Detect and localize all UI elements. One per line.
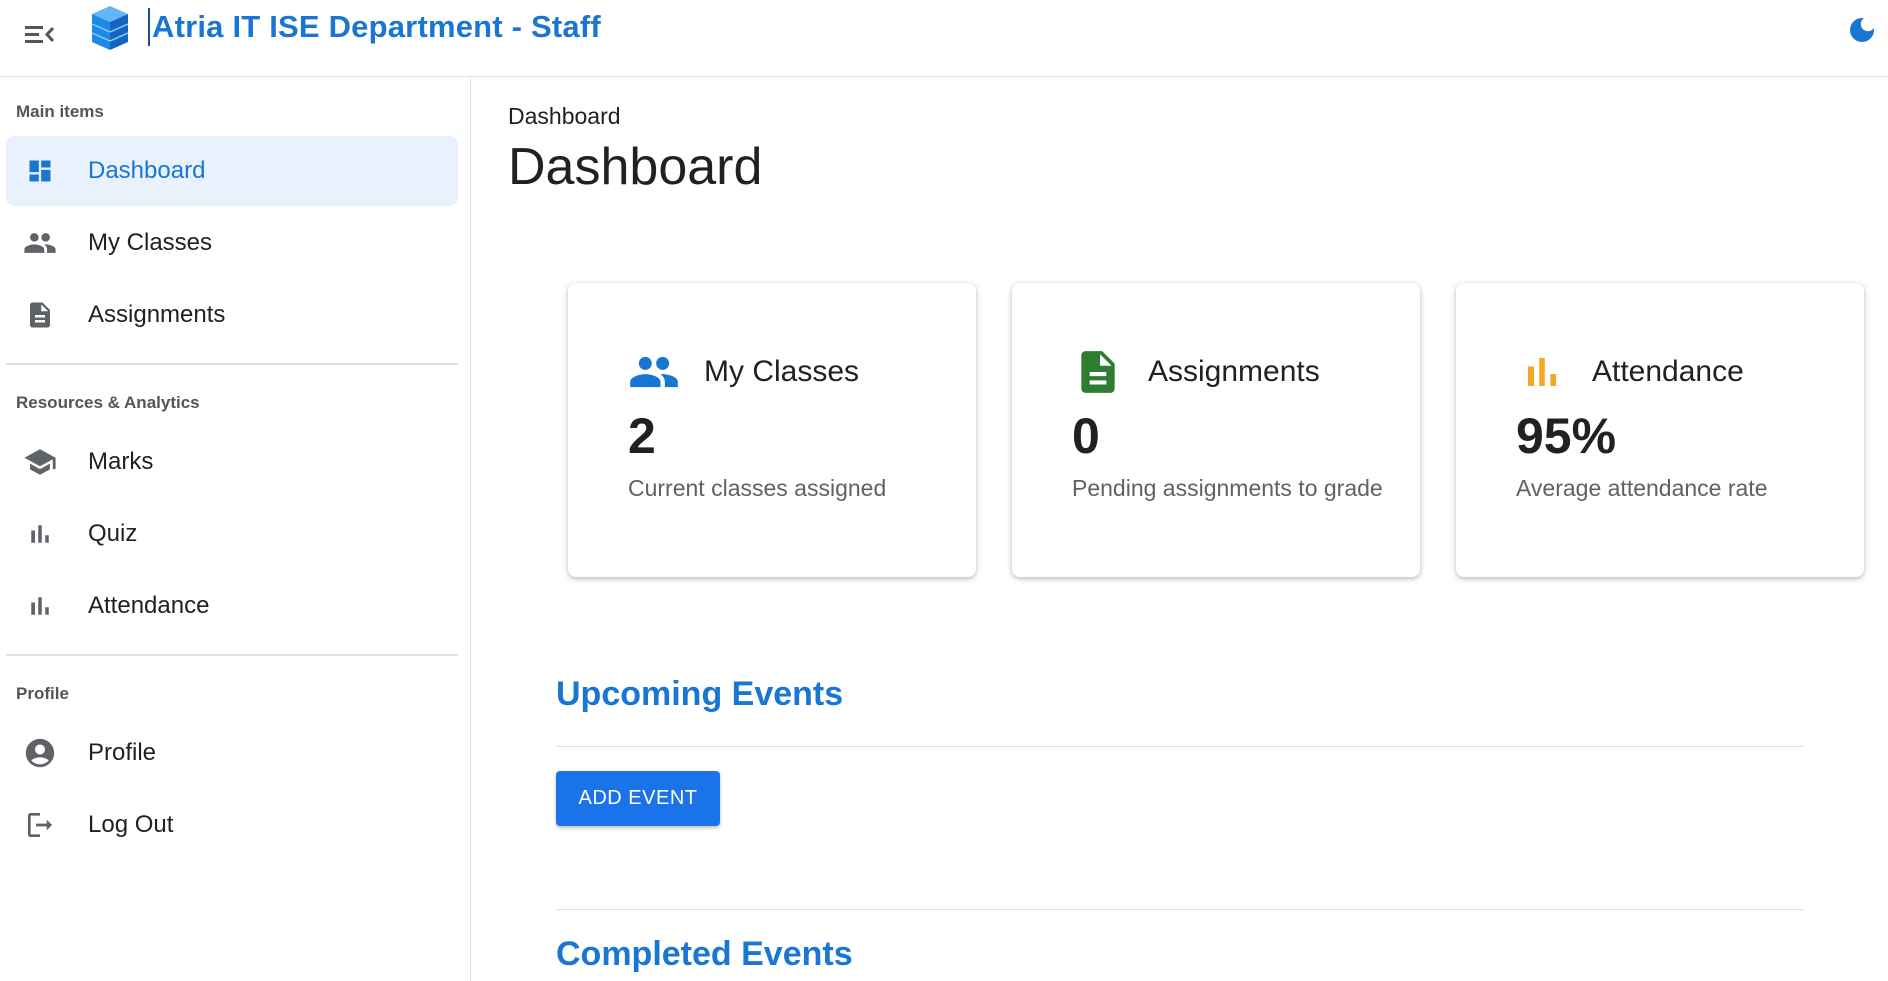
sidebar-section-resources-analytics: Resources & Analytics [16, 393, 200, 412]
sidebar-item-my-classes[interactable]: My Classes [6, 208, 458, 278]
sidebar-item-attendance[interactable]: Attendance [6, 571, 458, 641]
stat-card-attendance: Attendance 95% Average attendance rate [1456, 283, 1864, 577]
sidebar-section-main-items: Main items [16, 102, 104, 121]
sidebar-item-quiz[interactable]: Quiz [6, 499, 458, 569]
sidebar: Main items Dashboard My Classes Assignme… [0, 77, 471, 981]
sidebar-item-label: Log Out [88, 811, 174, 838]
dashboard-icon [22, 153, 58, 189]
card-title: Attendance [1592, 355, 1744, 388]
sidebar-divider [6, 654, 458, 656]
card-value: 0 [1072, 408, 1100, 464]
menu-open-icon [25, 26, 55, 43]
theme-toggle-button[interactable] [1840, 8, 1884, 52]
card-subtitle: Current classes assigned [628, 475, 887, 501]
school-icon [22, 444, 58, 480]
sidebar-item-profile[interactable]: Profile [6, 718, 458, 788]
page-title: Dashboard [508, 138, 763, 196]
sidebar-item-label: Assignments [88, 301, 226, 328]
section-divider [556, 746, 1804, 747]
sidebar-item-log-out[interactable]: Log Out [6, 790, 458, 860]
add-event-button[interactable]: ADD EVENT [556, 771, 720, 826]
upcoming-events-heading: Upcoming Events [556, 675, 844, 713]
sidebar-item-label: Dashboard [88, 157, 206, 184]
app-bar: Atria IT ISE Department - Staff [0, 0, 1888, 77]
dark-mode-moon-icon [1850, 18, 1874, 42]
account-circle-icon [22, 735, 58, 771]
section-divider [556, 909, 1804, 910]
people-icon [22, 225, 58, 261]
people-icon [628, 349, 680, 395]
bar-chart-icon [1516, 349, 1568, 395]
card-title: My Classes [704, 355, 860, 388]
sidebar-section-profile: Profile [16, 684, 69, 703]
card-title: Assignments [1148, 355, 1320, 388]
sidebar-item-label: Attendance [88, 592, 210, 619]
app-title: Atria IT ISE Department - Staff [148, 8, 601, 46]
sidebar-item-label: Profile [88, 739, 157, 766]
card-value: 2 [628, 408, 656, 464]
card-subtitle: Pending assignments to grade [1072, 475, 1383, 501]
sidebar-item-label: Quiz [88, 520, 138, 547]
stat-card-my-classes: My Classes 2 Current classes assigned [568, 283, 976, 577]
sidebar-item-label: My Classes [88, 229, 213, 256]
sidebar-item-assignments[interactable]: Assignments [6, 280, 458, 350]
sidebar-divider [6, 363, 458, 365]
breadcrumb: Dashboard [508, 103, 621, 129]
card-value: 95% [1516, 408, 1617, 464]
document-icon [22, 297, 58, 333]
menu-collapse-button[interactable] [18, 12, 62, 56]
bar-chart-icon [22, 588, 58, 624]
sidebar-item-dashboard[interactable]: Dashboard [6, 136, 458, 206]
main-content: Dashboard Dashboard My Classes 2 Current… [472, 77, 1888, 981]
card-subtitle: Average attendance rate [1516, 475, 1768, 501]
stat-card-assignments: Assignments 0 Pending assignments to gra… [1012, 283, 1420, 577]
sidebar-item-marks[interactable]: Marks [6, 427, 458, 497]
document-icon [1072, 349, 1124, 395]
bar-chart-icon [22, 516, 58, 552]
sidebar-item-label: Marks [88, 448, 154, 475]
completed-events-heading: Completed Events [556, 935, 853, 973]
logout-icon [22, 807, 58, 843]
app-logo-icon [91, 6, 129, 50]
